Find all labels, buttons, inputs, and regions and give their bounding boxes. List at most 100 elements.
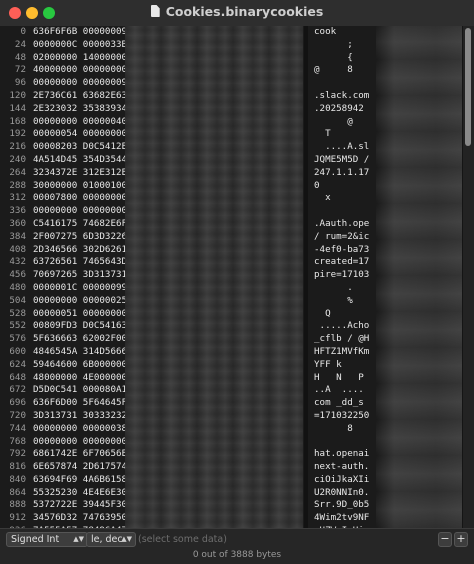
ascii-row[interactable]: T	[314, 128, 384, 141]
hex-row[interactable]: 2D346566 302D6261	[33, 244, 127, 257]
hex-row[interactable]: 55325230 4E4E6E30	[33, 487, 127, 500]
hex-row[interactable]: 636F6D00 5F64645F	[33, 397, 127, 410]
ascii-row[interactable]: / rum=2&ic	[314, 231, 384, 244]
ascii-row[interactable]: ciOiJkaXIi	[314, 474, 384, 487]
ascii-row[interactable]: ;	[314, 39, 384, 52]
hex-row[interactable]: 6861742E 6F70656E	[33, 448, 127, 461]
ascii-row[interactable]: HFTZ1MVfKm	[314, 346, 384, 359]
hex-row[interactable]: 00000000 00000000	[33, 205, 127, 218]
data-inspector-bar: Signed Int ▲▼ le, dec ▲▼ (select some da…	[0, 528, 474, 564]
offset-row: 504	[9, 294, 26, 306]
ascii-row[interactable]: JQME5M5D /	[314, 154, 384, 167]
hex-editor-window: Cookies.binarycookies 0 24 48 72 96 120 144 168…	[0, 0, 474, 564]
hex-row[interactable]: 40000000 00000000	[33, 64, 127, 77]
offset-row: 360	[9, 217, 26, 229]
ascii-row[interactable]: .slack.com	[314, 90, 384, 103]
ascii-row[interactable]: H N P	[314, 372, 384, 385]
offset-row: 624	[9, 358, 26, 370]
ascii-row[interactable]	[314, 436, 384, 449]
ascii-row[interactable]: next-auth.	[314, 461, 384, 474]
ascii-row[interactable]: 8	[314, 423, 384, 436]
ascii-row[interactable]: .	[314, 282, 384, 295]
ascii-row[interactable]	[314, 205, 384, 218]
hex-row[interactable]: 4A514D45 354D3544	[33, 154, 127, 167]
hex-row[interactable]: D5D0C541 000080A1	[33, 384, 127, 397]
ascii-row[interactable]: ..A ....	[314, 384, 384, 397]
hex-row[interactable]: 00000000 00000038	[33, 423, 127, 436]
ascii-row[interactable]: -4ef0-ba73	[314, 244, 384, 257]
endianness-select[interactable]: le, dec ▲▼	[86, 532, 136, 547]
ascii-row[interactable]: cook	[314, 26, 384, 39]
hex-row[interactable]: 63726561 7465643D	[33, 256, 127, 269]
ascii-row[interactable]: %	[314, 295, 384, 308]
ascii-row[interactable]: U2R0NNIn0.	[314, 487, 384, 500]
ascii-row[interactable]: @	[314, 116, 384, 129]
hex-row[interactable]: 00008203 D0C5412E	[33, 141, 127, 154]
hex-row[interactable]: 3234372E 312E312E	[33, 167, 127, 180]
inspector-value-field[interactable]: (select some data)	[138, 532, 227, 547]
hex-row[interactable]: 2E736C61 63682E63	[33, 90, 127, 103]
ascii-row[interactable]: .20258942	[314, 103, 384, 116]
offset-row: 432	[9, 256, 26, 268]
hex-view[interactable]: 0 24 48 72 96 120 144 168 192 216 240 264 288 312 336 3…	[0, 26, 474, 528]
vertical-scrollbar[interactable]	[462, 26, 474, 528]
hex-row[interactable]: 4846545A 314D5666	[33, 346, 127, 359]
ascii-row[interactable]	[314, 77, 384, 90]
hex-row[interactable]: 70697265 3D313731	[33, 269, 127, 282]
offset-row: 264	[9, 166, 26, 178]
hex-row[interactable]: 00000051 00000000	[33, 308, 127, 321]
offset-row: 48	[14, 51, 26, 63]
offset-row: 888	[9, 499, 26, 511]
hex-row[interactable]: 6E657874 2D617574	[33, 461, 127, 474]
hex-row[interactable]: 0000000C 0000033B	[33, 39, 127, 52]
scroll-thumb[interactable]	[465, 28, 471, 146]
hex-row[interactable]: 00000000 00000040	[33, 116, 127, 129]
hex-row[interactable]: 02000000 14000000	[33, 52, 127, 65]
data-type-select[interactable]: Signed Int ▲▼	[6, 532, 88, 547]
ascii-column[interactable]: cook ; {@ 8 .slack.com .20258942 @ T ....A…	[314, 26, 384, 528]
hex-row[interactable]: 00007800 00000000	[33, 192, 127, 205]
hex-row[interactable]: 00000000 00000000	[33, 436, 127, 449]
ascii-row[interactable]: .....Acho	[314, 320, 384, 333]
hex-row[interactable]: C5416175 74682E6F	[33, 218, 127, 231]
hex-row[interactable]: 2E323032 35383934	[33, 103, 127, 116]
hex-row[interactable]: 00809FD3 D0C54163	[33, 320, 127, 333]
offset-row: 840	[9, 473, 26, 485]
ascii-row[interactable]: _cflb / @H	[314, 333, 384, 346]
ascii-row[interactable]: Q	[314, 308, 384, 321]
hex-row[interactable]: 5372722E 39445F30	[33, 499, 127, 512]
hex-row[interactable]: 2F007275 6D3D3226	[33, 231, 127, 244]
hex-row[interactable]: 63694F69 4A6B6158	[33, 474, 127, 487]
hex-row[interactable]: 48000000 4E000000	[33, 372, 127, 385]
hex-row[interactable]: 636F6F6B 00000009	[33, 26, 127, 39]
ascii-row[interactable]: pire=17103	[314, 269, 384, 282]
window-title: Cookies.binarycookies	[0, 4, 474, 19]
hex-column[interactable]: 636F6F6B 00000009 0000000C 0000033B 020000…	[33, 26, 127, 528]
ascii-row[interactable]: .Aauth.ope	[314, 218, 384, 231]
ascii-row[interactable]: com _dd_s	[314, 397, 384, 410]
add-inspector-button[interactable]: +	[454, 532, 468, 547]
hex-row[interactable]: 34576D32 74763950	[33, 512, 127, 525]
ascii-row[interactable]: ....A.sl	[314, 141, 384, 154]
ascii-row[interactable]: 4Wim2tv9NF	[314, 512, 384, 525]
ascii-row[interactable]: hat.openai	[314, 448, 384, 461]
ascii-row[interactable]: 0	[314, 180, 384, 193]
hex-row[interactable]: 00000000 00000009	[33, 77, 127, 90]
ascii-row[interactable]: @ 8	[314, 64, 384, 77]
ascii-row[interactable]: Srr.9D_0b5	[314, 499, 384, 512]
ascii-row[interactable]: {	[314, 52, 384, 65]
hex-row[interactable]: 30000000 01000100	[33, 180, 127, 193]
hex-row[interactable]: 5F636663 62002F00	[33, 333, 127, 346]
ascii-row[interactable]: YFF k	[314, 359, 384, 372]
hex-row[interactable]: 00000054 00000000	[33, 128, 127, 141]
hex-row[interactable]: 59464600 6B000000	[33, 359, 127, 372]
ascii-row[interactable]: =171032250	[314, 410, 384, 423]
hex-row[interactable]: 0000001C 00000099	[33, 282, 127, 295]
hex-row[interactable]: 3D313731 30333232	[33, 410, 127, 423]
redacted-ascii-region	[376, 26, 462, 528]
ascii-row[interactable]: x	[314, 192, 384, 205]
remove-inspector-button[interactable]: −	[438, 532, 452, 547]
hex-row[interactable]: 00000000 00000025	[33, 295, 127, 308]
ascii-row[interactable]: 247.1.1.17	[314, 167, 384, 180]
ascii-row[interactable]: created=17	[314, 256, 384, 269]
